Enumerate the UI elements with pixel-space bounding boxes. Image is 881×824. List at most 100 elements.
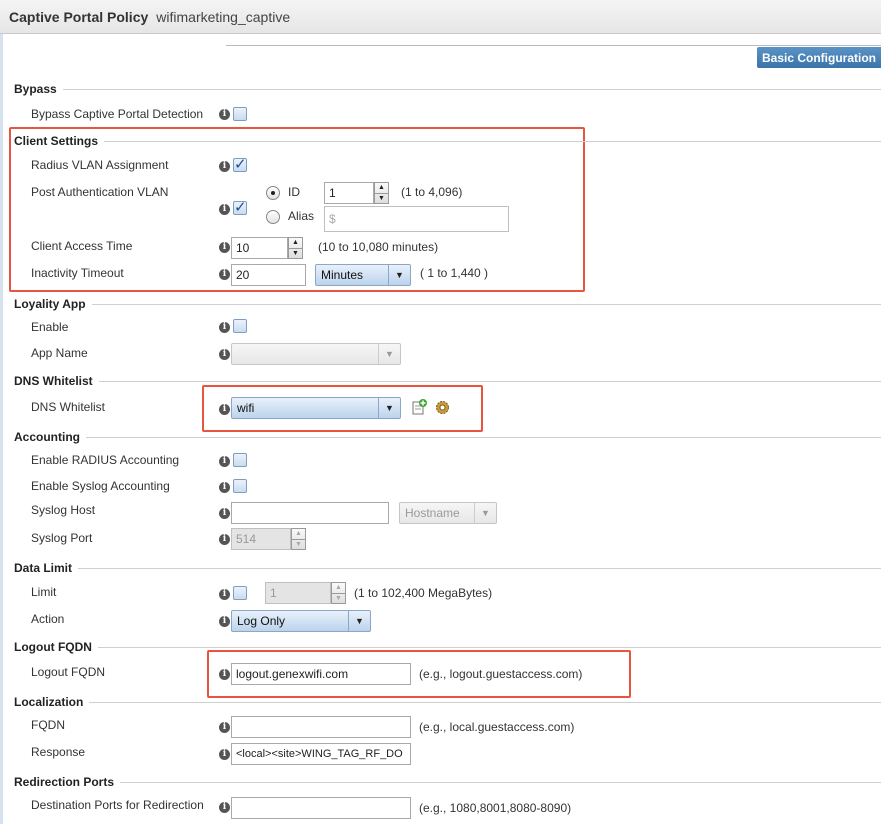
info-icon[interactable]: i (219, 508, 230, 519)
dest-ports-input[interactable] (231, 797, 411, 819)
radius-accounting-label: Enable RADIUS Accounting (31, 453, 180, 467)
info-icon[interactable]: i (219, 322, 230, 333)
section-loyalty-title: Loyality App (14, 297, 86, 311)
vlan-id-label: ID (288, 185, 300, 199)
syslog-host-input[interactable] (231, 502, 389, 524)
add-icon[interactable] (412, 399, 427, 415)
section-bypass: Bypass (14, 82, 881, 96)
stepper-down-icon[interactable]: ▼ (375, 192, 388, 204)
limit-input[interactable]: 1 (265, 582, 331, 604)
action-value: Log Only (237, 614, 286, 628)
chevron-down-icon[interactable]: ▼ (378, 398, 400, 418)
info-icon[interactable]: i (219, 589, 230, 600)
section-client-settings-title: Client Settings (14, 134, 99, 148)
section-redirection-ports: Redirection Ports (14, 775, 881, 789)
inactivity-timeout-range: ( 1 to 1,440 ) (420, 266, 489, 280)
info-icon[interactable]: i (219, 749, 230, 760)
stepper-up-icon[interactable]: ▲ (332, 583, 345, 593)
syslog-accounting-checkbox[interactable] (233, 479, 247, 493)
inactivity-timeout-label: Inactivity Timeout (31, 266, 124, 280)
post-auth-vlan-checkbox[interactable] (233, 198, 247, 216)
vlan-id-range: (1 to 4,096) (401, 185, 463, 199)
vlan-alias-input[interactable]: $ (324, 206, 509, 232)
info-icon[interactable]: i (219, 404, 230, 415)
tab-basic-configuration[interactable]: Basic Configuration (757, 47, 881, 68)
syslog-host-type-select[interactable]: Hostname ▼ (399, 502, 497, 524)
info-icon[interactable]: i (219, 616, 230, 627)
post-auth-vlan-label: Post Authentication VLAN (31, 185, 169, 199)
client-access-time-label: Client Access Time (31, 239, 133, 253)
chevron-down-icon[interactable]: ▼ (474, 503, 496, 523)
info-icon[interactable]: i (219, 349, 230, 360)
response-label: Response (31, 745, 86, 759)
loyalty-enable-label: Enable (31, 320, 69, 334)
info-icon[interactable]: i (219, 802, 230, 813)
response-input[interactable]: <local><site>WING_TAG_RF_DO (231, 743, 411, 765)
gear-icon[interactable] (434, 399, 451, 416)
section-loyalty-app: Loyality App (14, 297, 881, 311)
app-name-select[interactable]: ▼ (231, 343, 401, 365)
client-access-time-range: (10 to 10,080 minutes) (318, 240, 439, 254)
inactivity-timeout-input[interactable]: 20 (231, 264, 306, 286)
app-name-label: App Name (31, 346, 88, 360)
section-localization-title: Localization (14, 695, 84, 709)
chevron-down-icon[interactable]: ▼ (388, 265, 410, 285)
section-data-limit: Data Limit (14, 561, 881, 575)
radius-accounting-checkbox[interactable] (233, 453, 247, 467)
info-icon[interactable]: i (219, 534, 230, 545)
info-icon[interactable]: i (219, 204, 230, 215)
vlan-id-input[interactable]: 1 (324, 182, 374, 204)
client-access-time-stepper[interactable]: ▲ ▼ (288, 237, 303, 259)
inactivity-unit-select[interactable]: Minutes ▼ (315, 264, 411, 286)
fqdn-input[interactable] (231, 716, 411, 738)
limit-checkbox[interactable] (233, 586, 247, 600)
info-icon[interactable]: i (219, 109, 230, 120)
stepper-up-icon[interactable]: ▲ (375, 183, 388, 193)
limit-stepper[interactable]: ▲ ▼ (331, 582, 346, 604)
client-access-time-input[interactable]: 10 (231, 237, 288, 259)
bypass-detection-label: Bypass Captive Portal Detection (31, 107, 204, 121)
tab-divider (226, 45, 881, 46)
radius-vlan-checkbox[interactable] (233, 155, 247, 173)
dns-whitelist-select[interactable]: wifi ▼ (231, 397, 401, 419)
vlan-id-radio[interactable] (266, 186, 280, 200)
section-dns-title: DNS Whitelist (14, 374, 93, 388)
limit-range: (1 to 102,400 MegaBytes) (354, 586, 493, 600)
window-title-bar: Captive Portal Policy wifimarketing_capt… (0, 0, 881, 34)
logout-fqdn-hint: (e.g., logout.guestaccess.com) (419, 667, 583, 681)
section-redirection-title: Redirection Ports (14, 775, 115, 789)
stepper-down-icon[interactable]: ▼ (292, 538, 305, 550)
info-icon[interactable]: i (219, 482, 230, 493)
syslog-host-label: Syslog Host (31, 503, 96, 517)
info-icon[interactable]: i (219, 161, 230, 172)
left-edge (0, 34, 3, 824)
bypass-detection-checkbox[interactable] (233, 107, 247, 121)
section-client-settings: Client Settings (14, 134, 881, 148)
chevron-down-icon[interactable]: ▼ (378, 344, 400, 364)
stepper-up-icon[interactable]: ▲ (292, 529, 305, 539)
info-icon[interactable]: i (219, 722, 230, 733)
vlan-id-stepper[interactable]: ▲ ▼ (374, 182, 389, 204)
info-icon[interactable]: i (219, 669, 230, 680)
syslog-port-label: Syslog Port (31, 531, 93, 545)
syslog-host-type-value: Hostname (405, 506, 460, 520)
section-accounting-title: Accounting (14, 430, 80, 444)
chevron-down-icon[interactable]: ▼ (348, 611, 370, 631)
info-icon[interactable]: i (219, 242, 230, 253)
stepper-up-icon[interactable]: ▲ (289, 238, 302, 248)
dns-whitelist-value: wifi (237, 401, 255, 415)
action-label: Action (31, 612, 65, 626)
page-title: Captive Portal Policy (9, 8, 149, 25)
info-icon[interactable]: i (219, 269, 230, 280)
info-icon[interactable]: i (219, 456, 230, 467)
syslog-accounting-label: Enable Syslog Accounting (31, 479, 170, 493)
stepper-down-icon[interactable]: ▼ (289, 247, 302, 259)
syslog-port-input[interactable]: 514 (231, 528, 291, 550)
vlan-alias-radio[interactable] (266, 210, 280, 224)
section-bypass-title: Bypass (14, 82, 57, 96)
syslog-port-stepper[interactable]: ▲ ▼ (291, 528, 306, 550)
action-select[interactable]: Log Only ▼ (231, 610, 371, 632)
stepper-down-icon[interactable]: ▼ (332, 592, 345, 604)
loyalty-enable-checkbox[interactable] (233, 319, 247, 333)
logout-fqdn-input[interactable]: logout.genexwifi.com (231, 663, 411, 685)
